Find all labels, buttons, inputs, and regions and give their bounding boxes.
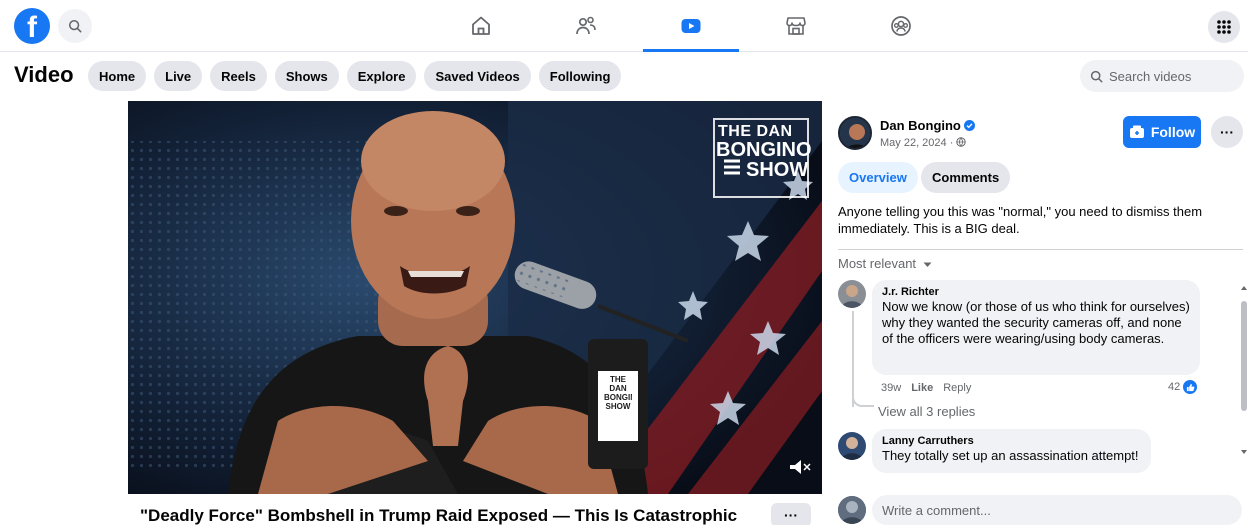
divider: [838, 249, 1243, 250]
groups-icon: [891, 16, 911, 36]
comment-time[interactable]: 39w: [881, 382, 901, 394]
author-name[interactable]: Dan Bongino: [880, 118, 961, 133]
comment-reply-button[interactable]: Reply: [943, 382, 971, 394]
author-avatar[interactable]: [838, 116, 872, 150]
top-navigation-bar: f: [0, 0, 1248, 52]
comment-like-button[interactable]: Like: [911, 382, 933, 394]
facebook-logo[interactable]: f: [14, 8, 50, 44]
checkmark-icon: [966, 123, 973, 129]
comment-reactions[interactable]: 42: [1168, 379, 1199, 395]
marketplace-icon: [786, 17, 806, 35]
grid-menu-icon: [1217, 20, 1231, 34]
pill-saved-videos[interactable]: Saved Videos: [424, 61, 531, 91]
caret-down-icon: [923, 262, 932, 267]
pill-home[interactable]: Home: [88, 61, 147, 91]
like-reaction-icon: [1182, 379, 1199, 395]
video-icon: [681, 19, 701, 33]
nav-tab-marketplace[interactable]: [748, 0, 844, 52]
view-replies-link[interactable]: View all 3 replies: [878, 404, 975, 419]
reaction-count: 42: [1168, 381, 1181, 393]
video-subnav: Video Home Live Reels Shows Explore Save…: [0, 52, 1248, 99]
video-description: Anyone telling you this was "normal," yo…: [838, 204, 1203, 236]
search-videos-input[interactable]: [1109, 68, 1229, 84]
video-player[interactable]: THE DAN BONGINO SHOW THE DAN BONGINO SHO…: [128, 101, 822, 494]
commenter-avatar[interactable]: [838, 280, 866, 308]
follow-button[interactable]: Follow: [1123, 116, 1201, 148]
comment-sort-label: Most relevant: [838, 256, 917, 271]
friends-icon: [576, 16, 596, 35]
tab-comments[interactable]: Comments: [921, 162, 1011, 193]
video-title: "Deadly Force" Bombshell in Trump Raid E…: [140, 506, 738, 525]
current-user-avatar[interactable]: [838, 496, 866, 524]
comment-bubble: Lanny Carruthers They totally set up an …: [872, 429, 1151, 473]
write-comment-input[interactable]: Write a comment...: [872, 495, 1242, 525]
current-user-avatar-image: [838, 496, 866, 524]
reply-thread-line: [852, 311, 854, 407]
home-icon: [472, 16, 490, 35]
nav-tab-groups[interactable]: [853, 0, 949, 52]
comment-author[interactable]: Lanny Carruthers: [882, 435, 1141, 447]
pill-explore[interactable]: Explore: [346, 61, 417, 91]
top-search-button[interactable]: [58, 9, 92, 43]
page-title: Video: [14, 62, 74, 87]
nav-tab-video[interactable]: [643, 0, 739, 52]
tab-overview[interactable]: Overview: [838, 162, 918, 193]
commenter-avatar-image: [838, 280, 866, 308]
verified-badge-icon: [963, 120, 975, 131]
mute-button[interactable]: [784, 457, 814, 481]
author-more-button[interactable]: ···: [1211, 116, 1243, 148]
scrollbar-thumb[interactable]: [1241, 301, 1247, 411]
pill-live[interactable]: Live: [154, 61, 203, 91]
comment-text: Now we know (or those of us who think fo…: [882, 299, 1190, 346]
video-details-panel: Dan Bongino May 22, 2024 · Follow ··· Ov…: [838, 101, 1248, 525]
globe-icon: [956, 137, 967, 147]
video-more-button[interactable]: ···: [771, 503, 811, 525]
reply-thread-curve: [852, 397, 874, 407]
pill-reels[interactable]: Reels: [210, 61, 267, 91]
mic-flag-label: THE DAN BONGINO SHOW: [604, 375, 632, 411]
show-logo-line3: SHOW: [746, 159, 809, 181]
post-date-line: May 22, 2024 ·: [880, 137, 967, 149]
thumbs-up-icon: [1186, 383, 1195, 391]
post-date[interactable]: May 22, 2024 ·: [880, 137, 956, 149]
pill-shows[interactable]: Shows: [274, 61, 339, 91]
author-line: Dan Bongino: [880, 118, 975, 133]
comment-sort-dropdown[interactable]: Most relevant: [838, 256, 932, 271]
pill-following[interactable]: Following: [538, 61, 622, 91]
nav-tab-home[interactable]: [433, 0, 529, 52]
video-section-pills: Home Live Reels Shows Explore Saved Vide…: [88, 61, 622, 91]
facebook-logo-letter: f: [27, 11, 37, 44]
search-videos-box[interactable]: [1080, 60, 1244, 92]
follow-page-icon: [1129, 125, 1144, 138]
scroll-up-icon: [1241, 286, 1247, 290]
author-avatar-image: [840, 118, 870, 148]
comment-bubble: J.r. Richter Now we know (or those of us…: [872, 280, 1200, 375]
search-icon: [68, 19, 82, 33]
commenter-avatar[interactable]: [838, 432, 866, 460]
comment-text: They totally set up an assassination att…: [882, 448, 1139, 463]
comment-actions: 39w Like Reply: [881, 382, 971, 394]
commenter-avatar-image: [838, 432, 866, 460]
search-icon: [1090, 70, 1103, 83]
scroll-down-icon: [1241, 450, 1247, 454]
comment-author[interactable]: J.r. Richter: [882, 286, 1190, 298]
nav-tab-friends[interactable]: [538, 0, 634, 52]
menu-button[interactable]: [1208, 11, 1240, 43]
comments-scrollbar[interactable]: [1241, 285, 1247, 455]
follow-label: Follow: [1150, 124, 1196, 140]
